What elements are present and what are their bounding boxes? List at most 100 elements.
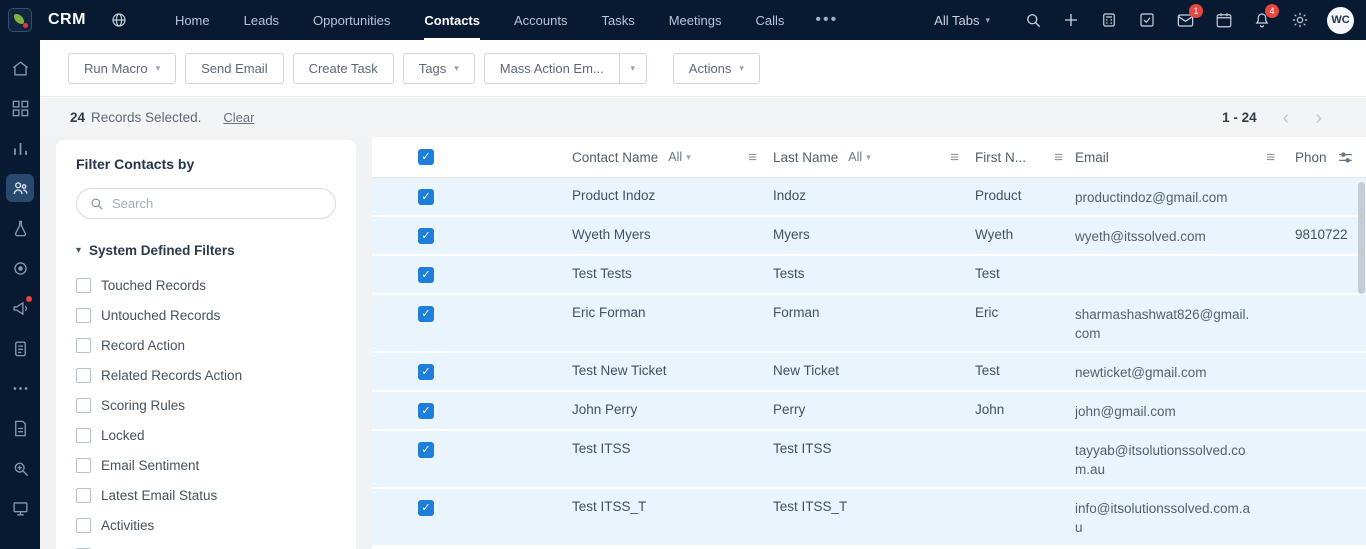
filter-item[interactable]: Latest Email Status [76, 480, 336, 510]
table-row[interactable]: ✓ Wyeth Myers Myers Wyeth wyeth@itssolve… [372, 217, 1366, 256]
topnav-item-calls[interactable]: Calls [755, 0, 784, 40]
search-icon[interactable] [1024, 11, 1042, 29]
column-settings-icon[interactable] [1337, 149, 1354, 166]
checkbox-unchecked[interactable] [76, 337, 91, 353]
megaphone-icon[interactable] [6, 294, 34, 322]
topnav-item-home[interactable]: Home [175, 0, 210, 40]
table-header: ✓ Contact Name All ▾ ≡ Last Name All ▾ ≡… [372, 137, 1366, 178]
send-email-button[interactable]: Send Email [185, 52, 284, 84]
tasks-check-icon[interactable] [1138, 11, 1156, 29]
actions-button[interactable]: Actions ▾ [672, 52, 760, 84]
topnav-item-leads[interactable]: Leads [244, 0, 279, 40]
monitor-icon[interactable] [6, 494, 34, 522]
checkbox-unchecked[interactable] [76, 457, 91, 473]
clear-selection-link[interactable]: Clear [223, 110, 254, 125]
quick-create-icon[interactable] [1062, 11, 1080, 29]
checkbox-unchecked[interactable] [76, 427, 91, 443]
row-checkbox[interactable]: ✓ [418, 403, 434, 419]
filter-item[interactable]: Campaigns [76, 540, 336, 549]
table-row[interactable]: ✓ Test New Ticket New Ticket Test newtic… [372, 353, 1366, 392]
flask-icon[interactable] [6, 214, 34, 242]
pos-icon[interactable] [1100, 11, 1118, 29]
topnav-item-tasks[interactable]: Tasks [601, 0, 634, 40]
table-row[interactable]: ✓ Test ITSS Test ITSS tayyab@itsolutions… [372, 431, 1366, 489]
all-tabs-dropdown[interactable]: All Tabs ▾ [934, 13, 990, 28]
checkbox-unchecked[interactable] [76, 307, 91, 323]
column-phone[interactable]: Phon [1295, 149, 1366, 166]
filter-item[interactable]: Touched Records [76, 270, 336, 300]
modules-grid-icon[interactable] [6, 94, 34, 122]
column-menu-icon[interactable]: ≡ [1054, 149, 1063, 166]
filter-item[interactable]: Email Sentiment [76, 450, 336, 480]
crm-module-icon[interactable] [6, 174, 34, 202]
target-icon[interactable] [6, 254, 34, 282]
row-checkbox[interactable]: ✓ [418, 306, 434, 322]
system-defined-filters-header[interactable]: ▾ System Defined Filters [76, 243, 336, 258]
scrollbar-thumb[interactable] [1358, 182, 1365, 294]
globe-icon[interactable] [110, 11, 128, 29]
filter-item[interactable]: Scoring Rules [76, 390, 336, 420]
analytics-icon[interactable] [6, 134, 34, 162]
row-checkbox[interactable]: ✓ [418, 228, 434, 244]
mass-action-dropdown-button[interactable]: ▾ [619, 52, 647, 84]
topnav-item-accounts[interactable]: Accounts [514, 0, 567, 40]
chevron-left-icon[interactable]: ‹ [1283, 108, 1290, 128]
row-checkbox[interactable]: ✓ [418, 267, 434, 283]
table-row[interactable]: ✓ Eric Forman Forman Eric sharmashashwat… [372, 295, 1366, 353]
checkbox-unchecked[interactable] [76, 517, 91, 533]
topnav-item-opportunities[interactable]: Opportunities [313, 0, 390, 40]
table-scrollbar[interactable] [1357, 178, 1366, 549]
cell-email: john@gmail.com [1075, 404, 1176, 419]
column-contact-name[interactable]: Contact Name All ▾ ≡ [572, 149, 773, 166]
create-task-button[interactable]: Create Task [292, 52, 394, 84]
zoom-search-icon[interactable] [6, 454, 34, 482]
topnav-item-meetings[interactable]: Meetings [669, 0, 722, 40]
checkbox-unchecked[interactable] [76, 367, 91, 383]
mass-action-button[interactable]: Mass Action Em... [483, 52, 620, 84]
column-filter-dropdown[interactable]: All ▾ [848, 150, 870, 164]
table-row[interactable]: ✓ John Perry Perry John john@gmail.com [372, 392, 1366, 431]
topnav-item-contacts[interactable]: Contacts [424, 0, 480, 40]
table-row[interactable]: ✓ Test ITSS_T Test ITSS_T info@itsolutio… [372, 489, 1366, 547]
app-logo[interactable] [8, 8, 32, 32]
filter-value: All [848, 150, 863, 164]
clipboard-icon[interactable] [6, 334, 34, 362]
document-icon[interactable] [6, 414, 34, 442]
calendar-icon[interactable] [1215, 11, 1233, 29]
column-filter-dropdown[interactable]: All ▾ [668, 150, 690, 164]
filter-item[interactable]: Untouched Records [76, 300, 336, 330]
home-icon[interactable] [6, 54, 34, 82]
row-checkbox[interactable]: ✓ [418, 189, 434, 205]
filter-search[interactable] [76, 188, 336, 219]
filter-item[interactable]: Locked [76, 420, 336, 450]
filter-search-input[interactable] [112, 196, 323, 211]
filter-item[interactable]: Related Records Action [76, 360, 336, 390]
filter-item[interactable]: Activities [76, 510, 336, 540]
row-checkbox[interactable]: ✓ [418, 364, 434, 380]
checkbox-unchecked[interactable] [76, 277, 91, 293]
more-modules-icon[interactable] [6, 374, 34, 402]
column-menu-icon[interactable]: ≡ [950, 149, 959, 166]
filter-item[interactable]: Record Action [76, 330, 336, 360]
run-macro-button[interactable]: Run Macro ▾ [68, 52, 177, 84]
column-last-name[interactable]: Last Name All ▾ ≡ [773, 149, 975, 166]
table-row[interactable]: ✓ Test Tests Tests Test [372, 256, 1366, 295]
gear-icon[interactable] [1291, 11, 1309, 29]
tags-button[interactable]: Tags ▾ [402, 52, 475, 84]
bell-icon[interactable]: 4 [1253, 4, 1279, 29]
select-all-checkbox[interactable]: ✓ [418, 149, 434, 165]
row-checkbox[interactable]: ✓ [418, 500, 434, 516]
mail-icon[interactable]: 1 [1176, 3, 1203, 30]
filter-value: All [668, 150, 683, 164]
column-email[interactable]: Email ≡ [1075, 149, 1295, 166]
chevron-right-icon[interactable]: › [1315, 108, 1322, 128]
column-menu-icon[interactable]: ≡ [1266, 149, 1275, 166]
column-menu-icon[interactable]: ≡ [748, 149, 757, 166]
checkbox-unchecked[interactable] [76, 397, 91, 413]
column-first-name[interactable]: First N... ≡ [975, 149, 1075, 166]
topnav-more-icon[interactable]: ••• [815, 11, 838, 29]
row-checkbox[interactable]: ✓ [418, 442, 434, 458]
checkbox-unchecked[interactable] [76, 487, 91, 503]
user-avatar[interactable]: WC [1327, 6, 1354, 34]
table-row[interactable]: ✓ Product Indoz Indoz Product productind… [372, 178, 1366, 217]
